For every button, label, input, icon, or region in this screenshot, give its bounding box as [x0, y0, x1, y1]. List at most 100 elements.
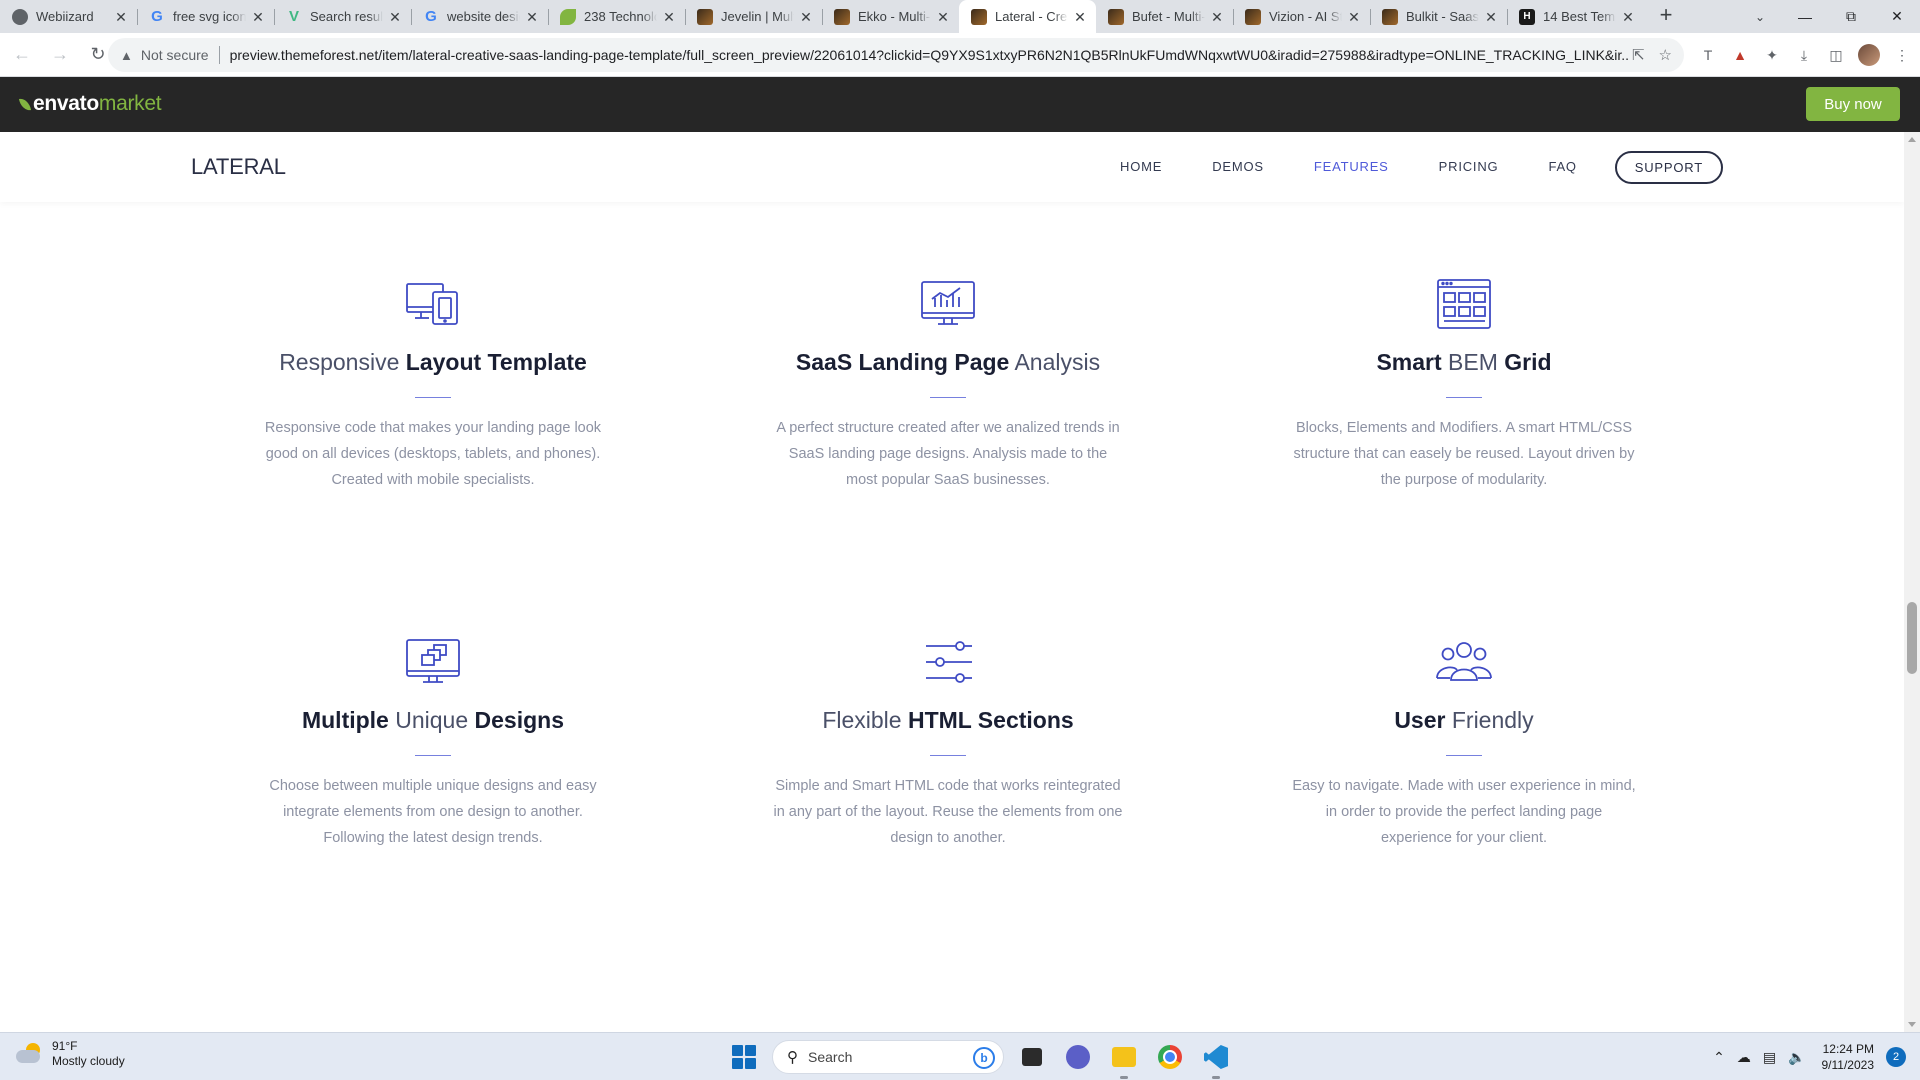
vscode-icon[interactable]: [1198, 1039, 1234, 1079]
windows-start-icon[interactable]: [726, 1039, 762, 1075]
bookmark-star-icon[interactable]: ☆: [1659, 46, 1672, 64]
browser-tab[interactable]: Bufet - Multi- ✕: [1096, 0, 1233, 33]
onedrive-cloud-icon[interactable]: ☁: [1737, 1049, 1751, 1066]
tab-close-icon[interactable]: ✕: [1346, 9, 1362, 25]
browser-tab[interactable]: Gwebsite design ✕: [411, 0, 548, 33]
url-text[interactable]: preview.themeforest.net/item/lateral-cre…: [230, 47, 1630, 63]
browser-tab[interactable]: Vizion - AI Sta ✕: [1233, 0, 1370, 33]
tab-close-icon[interactable]: ✕: [798, 9, 814, 25]
nav-item-faq[interactable]: FAQ: [1548, 150, 1576, 184]
nav-item-features[interactable]: FEATURES: [1314, 150, 1389, 184]
extensions-area: T ▲ ✦ ⤓ ◫ ⋮: [1698, 39, 1912, 71]
profile-avatar[interactable]: [1858, 44, 1880, 66]
side-panel-icon[interactable]: ◫: [1826, 45, 1846, 65]
feature-title: User Friendly: [1224, 705, 1704, 735]
tab-close-icon[interactable]: ✕: [1620, 9, 1636, 25]
translate-extension-icon[interactable]: T: [1698, 45, 1718, 65]
site-logo[interactable]: LATERAL: [191, 154, 286, 180]
tab-close-icon[interactable]: ✕: [661, 9, 677, 25]
tab-title: Ekko - Multi-P: [858, 9, 931, 24]
task-view-icon[interactable]: [1014, 1039, 1050, 1075]
close-window-button[interactable]: ✕: [1874, 0, 1920, 33]
back-button[interactable]: ←: [6, 39, 38, 71]
scroll-down-arrow-icon[interactable]: [1908, 1022, 1916, 1027]
nav-item-pricing[interactable]: PRICING: [1439, 150, 1499, 184]
browser-tab[interactable]: Lateral - Creat ✕: [959, 0, 1096, 33]
volume-icon[interactable]: 🔈: [1788, 1049, 1805, 1066]
partly-cloudy-icon: [16, 1043, 44, 1065]
bing-icon[interactable]: b: [973, 1047, 995, 1069]
browser-tab[interactable]: 238 Technology ✕: [548, 0, 685, 33]
feature-description: Blocks, Elements and Modifiers. A smart …: [1293, 420, 1635, 488]
address-bar[interactable]: ▲ Not secure preview.themeforest.net/ite…: [108, 38, 1684, 72]
file-explorer-icon[interactable]: [1106, 1039, 1142, 1079]
windows-taskbar: 91°F Mostly cloudy ⚲ Search b ⌃ ☁ ▤ 🔈 12…: [0, 1032, 1920, 1080]
new-tab-button[interactable]: +: [1652, 2, 1680, 30]
notification-badge[interactable]: 2: [1886, 1047, 1906, 1067]
feature-title-part: Grid: [1504, 349, 1552, 375]
menu-kebab-icon[interactable]: ⋮: [1892, 45, 1912, 65]
feature-title-part: Friendly: [1445, 707, 1534, 733]
tab-title: 14 Best Temp: [1543, 9, 1616, 24]
tab-close-icon[interactable]: ✕: [387, 9, 403, 25]
browser-tab[interactable]: H 14 Best Temp ✕: [1507, 0, 1644, 33]
forward-button[interactable]: →: [44, 39, 76, 71]
browser-tab[interactable]: Jevelin | Multi- ✕: [685, 0, 822, 33]
clock[interactable]: 12:24 PM 9/11/2023: [1822, 1041, 1875, 1073]
teams-chat-icon[interactable]: [1060, 1039, 1096, 1075]
tab-close-icon[interactable]: ✕: [113, 9, 129, 25]
tab-title: Search results: [310, 9, 383, 24]
download-icon[interactable]: ⤓: [1794, 45, 1814, 65]
clock-date: 9/11/2023: [1821, 1058, 1875, 1072]
chrome-icon[interactable]: [1152, 1039, 1188, 1075]
weather-widget[interactable]: 91°F Mostly cloudy: [16, 1039, 125, 1069]
feature-divider: [1446, 755, 1482, 756]
browser-tab[interactable]: Bulkit - Saas L ✕: [1370, 0, 1507, 33]
tab-close-icon[interactable]: ✕: [524, 9, 540, 25]
tab-close-icon[interactable]: ✕: [250, 9, 266, 25]
warning-icon: ▲: [120, 47, 133, 63]
tab-close-icon[interactable]: ✕: [1072, 9, 1088, 25]
google-icon: G: [425, 8, 437, 25]
extensions-puzzle-icon[interactable]: ✦: [1762, 45, 1782, 65]
grid-layout-icon: [1434, 278, 1494, 330]
nav-item-demos[interactable]: DEMOS: [1212, 150, 1264, 184]
extension-icon[interactable]: ▲: [1730, 45, 1750, 65]
browser-tab[interactable]: Gfree svg icons ✕: [137, 0, 274, 33]
buy-now-button[interactable]: Buy now: [1806, 87, 1900, 121]
taskbar-search[interactable]: ⚲ Search b: [772, 1040, 1004, 1074]
feature-card: SaaS Landing Page Analysis A perfect stru…: [708, 278, 1188, 493]
tab-close-icon[interactable]: ✕: [1483, 9, 1499, 25]
scroll-up-arrow-icon[interactable]: [1908, 137, 1916, 142]
tab-search-chevron-icon[interactable]: ⌄: [1746, 3, 1774, 31]
share-icon[interactable]: ⇱: [1632, 46, 1645, 64]
scroll-thumb[interactable]: [1907, 602, 1917, 674]
feature-title-part: BEM: [1441, 349, 1505, 375]
network-icon[interactable]: ▤: [1763, 1049, 1776, 1066]
browser-tab[interactable]: V Search results ✕: [274, 0, 411, 33]
browser-tab[interactable]: Ekko - Multi-P ✕: [822, 0, 959, 33]
feature-description: A perfect structure created after we ana…: [776, 420, 1120, 488]
feature-title-part: HTML Sections: [907, 707, 1074, 733]
restore-button[interactable]: ⧉: [1828, 0, 1874, 33]
taskbar-apps: ⚲ Search b: [726, 1039, 1234, 1079]
nav-item-home[interactable]: HOME: [1120, 150, 1162, 184]
envato-preview-bar: envato market Buy now: [0, 77, 1920, 132]
envato-icon: [834, 8, 850, 25]
browser-tab[interactable]: Webiizard ✕: [0, 0, 137, 33]
url-separator: [218, 46, 220, 64]
layers-monitor-icon: [403, 636, 463, 688]
landing-page: LATERAL HOME DEMOS FEATURES PRICING FAQ SUPP…: [0, 132, 1904, 1032]
clock-time: 12:24 PM: [1822, 1042, 1874, 1056]
envato-leaf-icon: [18, 96, 32, 112]
feature-title-part: Designs: [474, 707, 565, 733]
show-hidden-icons-chevron-icon[interactable]: ⌃: [1713, 1049, 1725, 1066]
page-scrollbar[interactable]: [1904, 132, 1920, 1032]
envato-market-logo[interactable]: envato market: [18, 92, 162, 116]
tab-close-icon[interactable]: ✕: [1209, 9, 1225, 25]
feature-description: Easy to navigate. Made with user experie…: [1292, 778, 1636, 846]
tab-close-icon[interactable]: ✕: [935, 9, 951, 25]
minimize-button[interactable]: —: [1782, 0, 1828, 33]
feature-divider: [1446, 397, 1482, 398]
support-button[interactable]: SUPPORT: [1614, 150, 1723, 184]
